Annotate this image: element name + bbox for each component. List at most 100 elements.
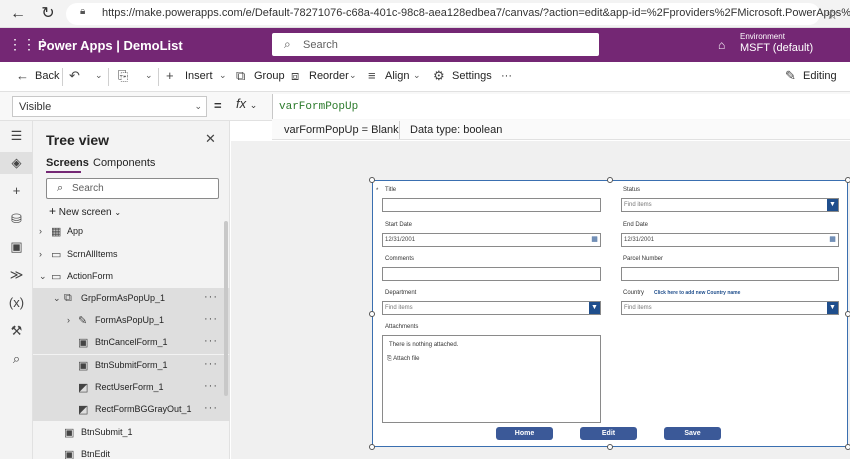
more-options-button[interactable]: ··· [204, 402, 218, 414]
tab-screens[interactable]: Screens [46, 157, 89, 169]
tree-item-btncancelform[interactable]: ▣ BtnCancelForm_1 ··· [33, 332, 230, 354]
global-search-input[interactable]: ⌕ Search [272, 33, 599, 56]
reorder-icon[interactable]: ⧈ [291, 68, 299, 84]
paste-chevron-down-icon[interactable]: ⌄ [145, 70, 153, 81]
chevron-right-icon[interactable]: › [39, 226, 42, 236]
tree-search-input[interactable]: ⌕ Search [46, 178, 219, 199]
more-options-button[interactable]: ··· [204, 380, 218, 392]
tree-item-grpformaspopup[interactable]: ⌄ ⧉ GrpFormAsPopUp_1 ··· [33, 288, 230, 310]
tree-item-app[interactable]: › ▦ App [33, 221, 230, 243]
start-date-picker[interactable]: 12/31/2001 ▦ [382, 233, 601, 247]
department-combobox[interactable]: Find items ▼ [382, 301, 601, 315]
tree-view-layers-icon[interactable]: ◈ [0, 152, 33, 174]
insert-plus-icon[interactable]: + [166, 68, 174, 83]
chevron-down-icon[interactable]: ⌄ [53, 293, 61, 304]
close-icon[interactable]: ✕ [205, 131, 216, 147]
chevron-down-icon[interactable]: ⌄ [39, 271, 47, 282]
tree-item-rectformbggrayout[interactable]: ◩ RectFormBGGrayOut_1 ··· [33, 399, 230, 421]
formula-input[interactable]: varFormPopUp [272, 94, 850, 119]
chevron-down-icon[interactable]: ▼ [827, 302, 838, 314]
settings-gear-icon[interactable]: ⚙ [433, 68, 445, 84]
fx-button[interactable]: fx ⌄ [236, 96, 272, 117]
resize-handle[interactable] [607, 177, 613, 183]
tree-item-btnedit[interactable]: ▣ BtnEdit [33, 444, 230, 459]
data-cylinder-icon[interactable]: ⛁ [0, 208, 33, 230]
insert-plus-icon[interactable]: + [0, 180, 33, 202]
resize-handle[interactable] [845, 311, 850, 317]
align-icon[interactable]: ≡ [368, 68, 376, 83]
browser-back-icon[interactable]: ← [6, 3, 30, 25]
chevron-right-icon[interactable]: › [39, 249, 42, 259]
insert-chevron-down-icon[interactable]: ⌄ [219, 70, 227, 81]
media-icon[interactable]: ▣ [0, 236, 33, 258]
calendar-icon[interactable]: ▦ [827, 234, 838, 246]
browser-bar: ← ↻ 🔒︎ https://make.powerapps.com/e/Defa… [0, 0, 850, 28]
menu-hamburger-icon[interactable]: ☰ [0, 125, 33, 147]
end-date-picker[interactable]: 12/31/2001 ▦ [621, 233, 839, 247]
group-button[interactable]: Group [254, 70, 285, 82]
browser-refresh-icon[interactable]: ↻ [36, 3, 60, 25]
chevron-right-icon[interactable]: › [67, 315, 70, 325]
more-options-button[interactable]: ··· [204, 313, 218, 325]
tree-item-btnsubmitform[interactable]: ▣ BtnSubmitForm_1 ··· [33, 355, 230, 377]
add-country-link[interactable]: Click here to add new Country name [654, 290, 740, 296]
country-combobox[interactable]: Find items ▼ [621, 301, 839, 315]
reorder-button[interactable]: Reorder [309, 70, 349, 82]
align-button[interactable]: Align [385, 70, 409, 82]
home-button[interactable]: Home [496, 427, 553, 440]
tab-components[interactable]: Components [93, 157, 155, 169]
back-arrow-icon[interactable]: ← [16, 68, 29, 83]
resize-handle[interactable] [607, 444, 613, 450]
group-icon[interactable]: ⧉ [236, 68, 245, 84]
advanced-tools-icon[interactable]: ⚒ [0, 320, 33, 342]
editing-mode-button[interactable]: Editing [803, 70, 837, 82]
more-options-button[interactable]: ··· [204, 358, 218, 370]
search-icon[interactable]: ⌕ [0, 348, 33, 370]
undo-chevron-down-icon[interactable]: ⌄ [95, 70, 103, 81]
power-automate-icon[interactable]: ≫ [0, 264, 33, 286]
tree-item-formaspopup[interactable]: › ✎ FormAsPopUp_1 ··· [33, 310, 230, 332]
calendar-icon[interactable]: ▦ [589, 234, 600, 246]
editing-pencil-icon[interactable]: ✎ [785, 68, 796, 84]
button-icon: ▣ [64, 427, 75, 439]
reorder-chevron-down-icon[interactable]: ⌄ [349, 70, 357, 81]
paste-icon[interactable]: ⎘ [118, 68, 128, 84]
resize-handle[interactable] [845, 444, 850, 450]
edit-button[interactable]: Edit [580, 427, 637, 440]
new-screen-button[interactable]: + New screen ⌄ [49, 204, 121, 218]
variables-icon[interactable]: (x) [0, 292, 33, 314]
chevron-down-icon[interactable]: ▼ [589, 302, 600, 314]
more-options-button[interactable]: ··· [204, 335, 218, 347]
insert-button[interactable]: Insert [185, 70, 213, 82]
attach-file-button[interactable]: ⎘ Attach file [387, 356, 420, 363]
more-options-button[interactable]: ··· [204, 291, 218, 303]
tree-view-title: Tree view [46, 132, 110, 148]
status-combobox[interactable]: Find items ▼ [621, 198, 839, 212]
property-dropdown[interactable]: Visible ⌄ [12, 96, 207, 117]
tree-item-actionform[interactable]: ⌄ ▭ ActionForm [33, 266, 230, 288]
environment-value[interactable]: MSFT (default) [740, 42, 813, 54]
attachments-control[interactable]: There is nothing attached. ⎘ Attach file [382, 335, 601, 423]
resize-handle[interactable] [369, 444, 375, 450]
resize-handle[interactable] [369, 311, 375, 317]
comments-input[interactable] [382, 267, 601, 281]
settings-button[interactable]: Settings [452, 70, 492, 82]
align-chevron-down-icon[interactable]: ⌄ [413, 70, 421, 81]
chevron-down-icon[interactable]: ▼ [827, 199, 838, 211]
undo-icon[interactable]: ↶ [69, 68, 80, 84]
tree-scrollbar[interactable] [224, 221, 228, 396]
resize-handle[interactable] [845, 177, 850, 183]
app-launcher-icon[interactable]: ⋮⋮⋮ [8, 36, 50, 52]
environment-icon[interactable]: ⌂ [718, 38, 725, 52]
tree-item-btnsubmit[interactable]: ▣ BtnSubmit_1 [33, 422, 230, 444]
back-button[interactable]: Back [35, 70, 59, 82]
save-button[interactable]: Save [664, 427, 721, 440]
favorite-star-icon[interactable]: ☆ [820, 3, 844, 25]
more-commands-button[interactable]: ··· [501, 70, 512, 82]
parcel-number-input[interactable] [621, 267, 839, 281]
tree-item-rectuserform[interactable]: ◩ RectUserForm_1 ··· [33, 377, 230, 399]
form-as-popup[interactable]: * Title Status Find items ▼ Start Date 1… [372, 180, 848, 447]
title-input[interactable] [382, 198, 601, 212]
resize-handle[interactable] [369, 177, 375, 183]
tree-item-scrnallitems[interactable]: › ▭ ScrnAllItems [33, 244, 230, 266]
